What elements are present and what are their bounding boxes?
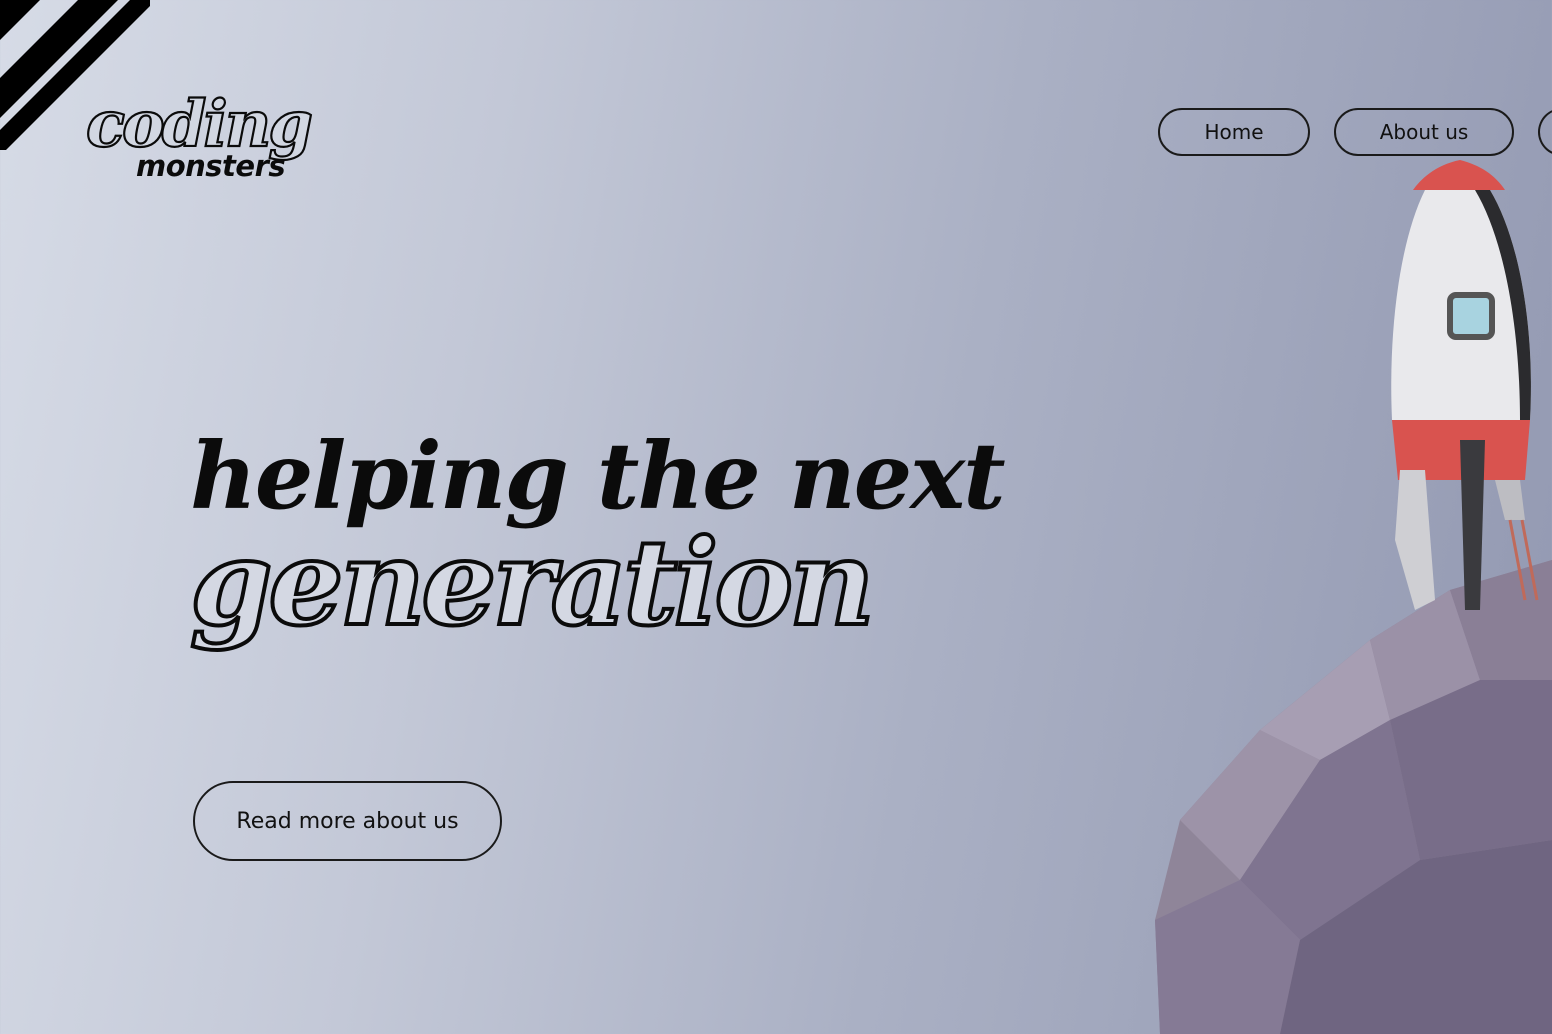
- hero-title-line-2: generation: [188, 513, 877, 652]
- hero-title-line-1: helping the next: [190, 422, 1006, 530]
- hero-title: helping the next generation: [188, 422, 1010, 652]
- logo[interactable]: coding monsters: [86, 84, 356, 184]
- read-more-label: Read more about us: [236, 808, 459, 834]
- read-more-button[interactable]: Read more about us: [193, 781, 502, 861]
- logo-word-monsters: monsters: [136, 149, 285, 183]
